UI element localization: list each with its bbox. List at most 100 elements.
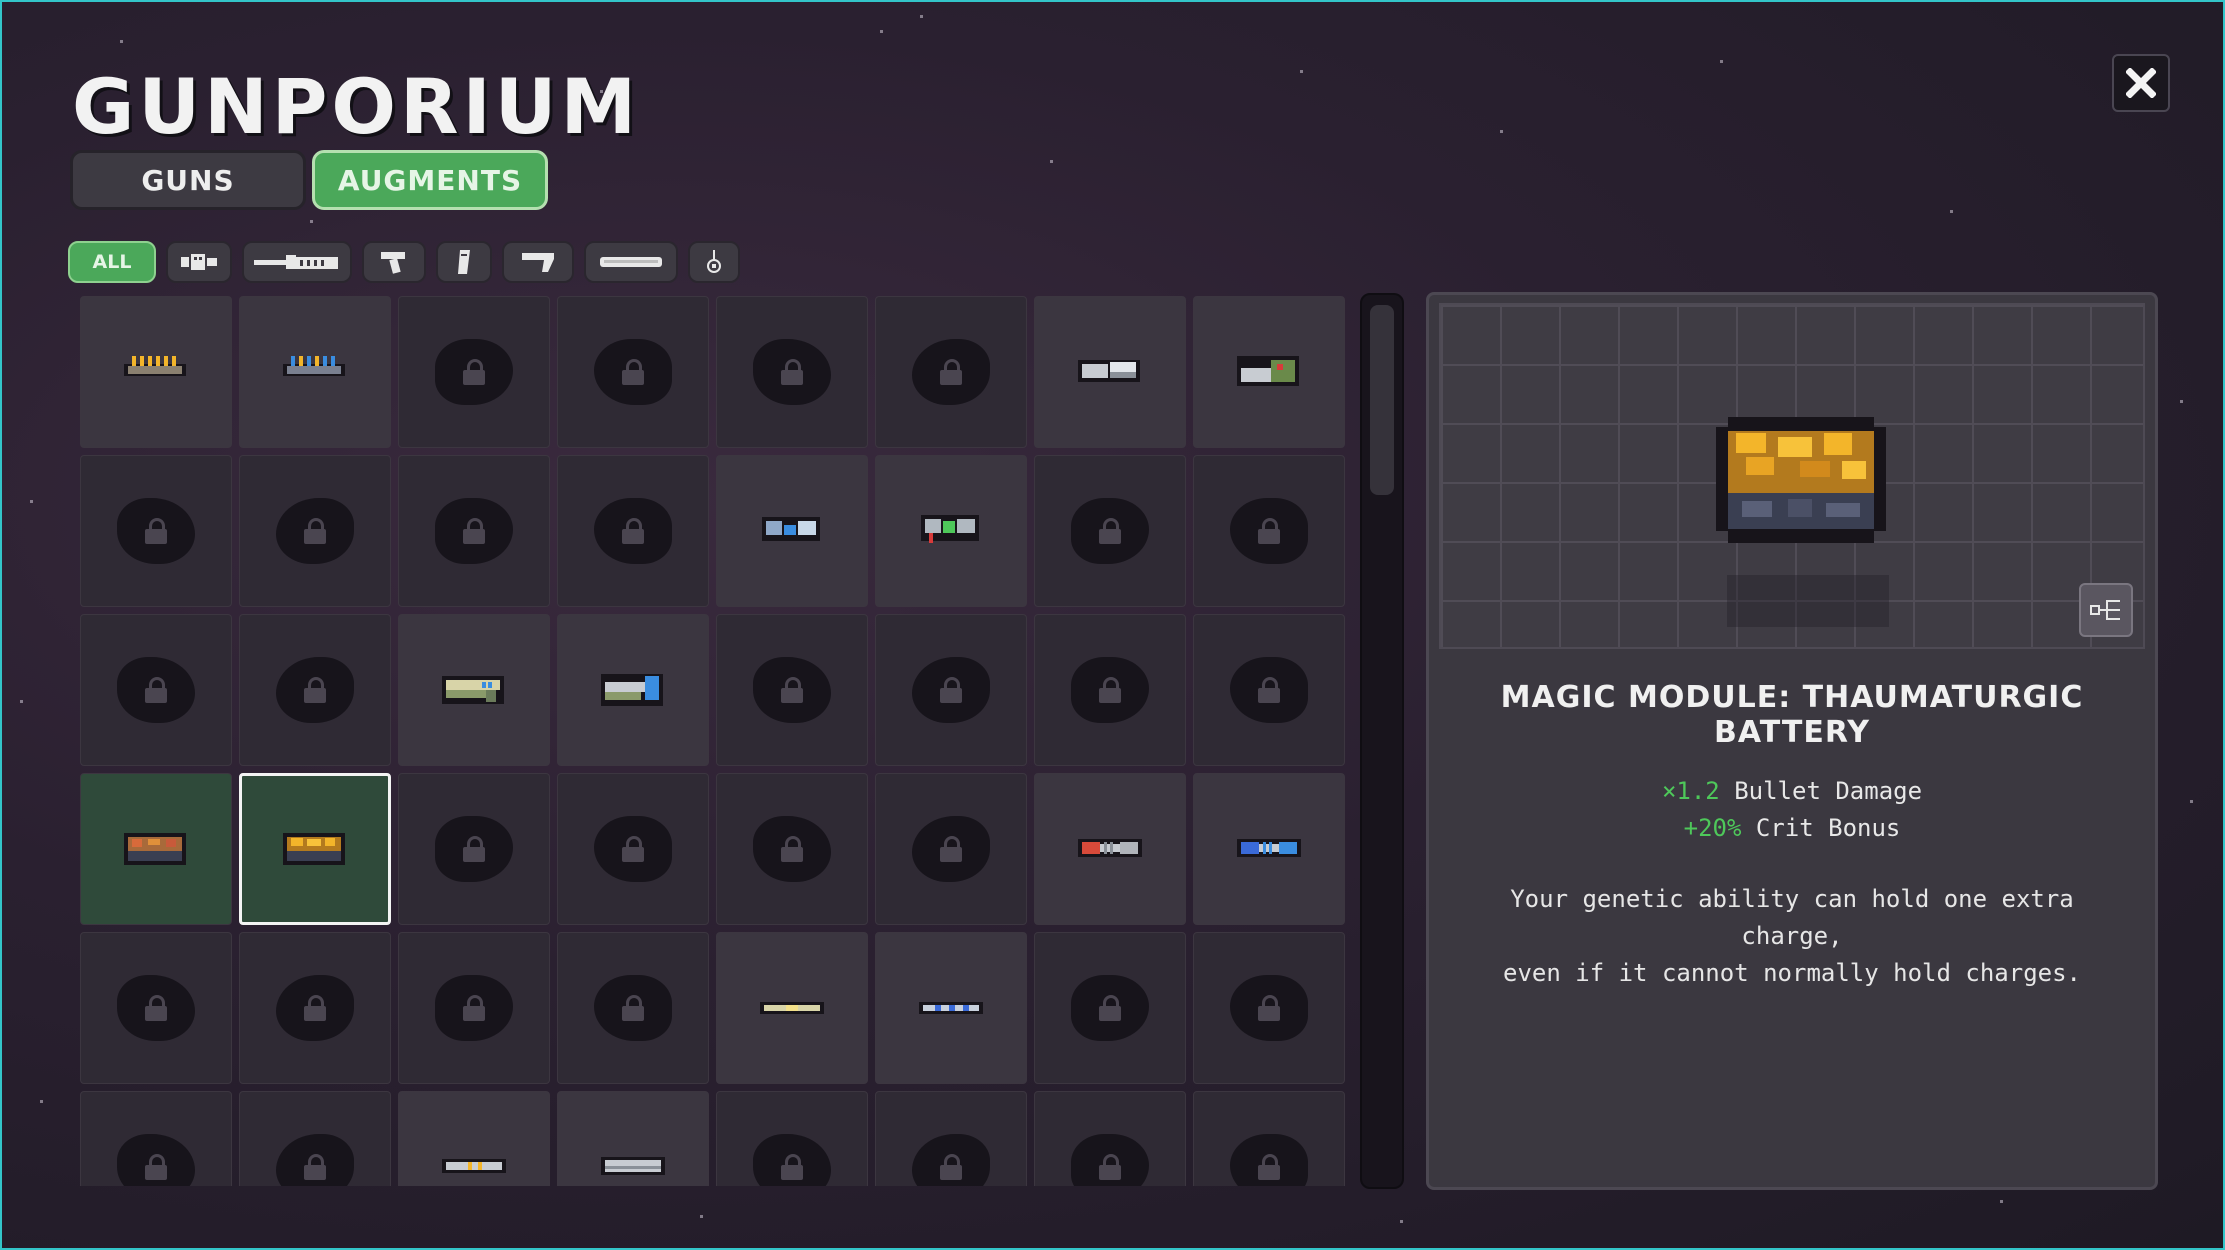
lock-icon (463, 836, 485, 862)
filter-scope-button[interactable] (584, 241, 678, 283)
filter-muzzle-button[interactable] (166, 241, 232, 283)
locked-augment-slot[interactable] (875, 1091, 1027, 1186)
lock-icon (940, 359, 962, 385)
upgrade-tree-button[interactable] (2079, 583, 2133, 637)
locked-augment-slot[interactable] (80, 932, 232, 1084)
locked-augment-slot[interactable] (1193, 614, 1345, 766)
lock-icon (940, 836, 962, 862)
locked-augment-slot[interactable] (1193, 932, 1345, 1084)
locked-augment-slot[interactable] (1034, 455, 1186, 607)
charm-filter-icon (707, 250, 721, 273)
augment-preview (1439, 303, 2145, 649)
filter-grip-button[interactable] (362, 241, 426, 283)
augment-slot-silver-rod[interactable] (398, 1091, 550, 1186)
lock-icon (145, 1154, 167, 1180)
filter-stock-button[interactable] (502, 241, 574, 283)
augment-slot-blue-rod[interactable] (875, 932, 1027, 1084)
locked-augment-slot[interactable] (80, 455, 232, 607)
locked-augment-slot[interactable] (239, 1091, 391, 1186)
augment-slot-blue-rail[interactable] (239, 296, 391, 448)
locked-augment-slot[interactable] (1034, 614, 1186, 766)
lock-icon (781, 359, 803, 385)
filter-charm-button[interactable] (688, 241, 740, 283)
lock-icon (622, 836, 644, 862)
augment-slot-yellow-barrel[interactable] (398, 614, 550, 766)
augment-slot-gold-battery[interactable] (239, 773, 391, 925)
lock-icon (1258, 518, 1280, 544)
lock-icon (1258, 995, 1280, 1021)
green-wing-icon (921, 515, 979, 543)
shop-title: GUNPORIUM (72, 62, 641, 151)
locked-augment-slot[interactable] (716, 614, 868, 766)
locked-augment-slot[interactable] (1193, 455, 1345, 607)
locked-augment-slot[interactable] (716, 1091, 868, 1186)
locked-augment-slot[interactable] (239, 614, 391, 766)
yellow-barrel-icon (442, 676, 504, 704)
augment-slot-silver-rod-2[interactable] (557, 1091, 709, 1186)
lock-icon (304, 995, 326, 1021)
lock-icon (304, 677, 326, 703)
augment-name: MAGIC MODULE: THAUMATURGIC BATTERY (1500, 680, 2084, 750)
locked-augment-slot[interactable] (557, 932, 709, 1084)
tab-guns[interactable]: GUNS (70, 150, 306, 210)
lock-icon (622, 995, 644, 1021)
lock-icon (1099, 677, 1121, 703)
locked-augment-slot[interactable] (398, 932, 550, 1084)
augment-slot-blue-wing[interactable] (716, 455, 868, 607)
preview-shadow (1727, 575, 1889, 627)
stat-crit-label: Crit Bonus (1755, 814, 1901, 842)
description-line-1: Your genetic ability can hold one extra … (1510, 885, 2074, 950)
locked-augment-slot[interactable] (557, 773, 709, 925)
locked-augment-slot[interactable] (875, 614, 1027, 766)
augment-slot-green-mount[interactable] (1193, 296, 1345, 448)
augment-slot-blue-coil[interactable] (1193, 773, 1345, 925)
muzzle-filter-icon (181, 254, 217, 270)
augment-description: Your genetic ability can hold one extra … (1469, 881, 2115, 992)
augment-slot-red-coil[interactable] (1034, 773, 1186, 925)
category-filter-bar: ALL (68, 241, 740, 283)
locked-augment-slot[interactable] (557, 296, 709, 448)
augment-slot-gold-rail[interactable] (80, 296, 232, 448)
locked-augment-slot[interactable] (398, 773, 550, 925)
locked-augment-slot[interactable] (239, 932, 391, 1084)
filter-all-button[interactable]: ALL (68, 241, 156, 283)
locked-augment-slot[interactable] (398, 455, 550, 607)
augment-slot-yellow-rod[interactable] (716, 932, 868, 1084)
locked-augment-slot[interactable] (557, 455, 709, 607)
locked-augment-slot[interactable] (875, 296, 1027, 448)
lock-icon (1099, 995, 1121, 1021)
lock-icon (463, 518, 485, 544)
augment-grid (80, 296, 1350, 1186)
locked-augment-slot[interactable] (1193, 1091, 1345, 1186)
gold-battery-icon (283, 833, 345, 865)
lock-icon (145, 677, 167, 703)
close-button[interactable] (2112, 54, 2170, 112)
lock-icon (1099, 1154, 1121, 1180)
locked-augment-slot[interactable] (716, 296, 868, 448)
grid-scrollbar[interactable] (1360, 293, 1404, 1189)
locked-augment-slot[interactable] (239, 455, 391, 607)
silver-rod-2-icon (601, 1157, 665, 1175)
scrollbar-thumb[interactable] (1370, 305, 1394, 495)
augment-slot-green-wing[interactable] (875, 455, 1027, 607)
locked-augment-slot[interactable] (80, 1091, 232, 1186)
locked-augment-slot[interactable] (398, 296, 550, 448)
augment-slot-grey-mount[interactable] (1034, 296, 1186, 448)
lock-icon (304, 518, 326, 544)
augment-slot-red-battery[interactable] (80, 773, 232, 925)
lock-icon (463, 995, 485, 1021)
locked-augment-slot[interactable] (875, 773, 1027, 925)
lock-icon (781, 836, 803, 862)
filter-barrel-button[interactable] (242, 241, 352, 283)
augment-slot-blue-barrel[interactable] (557, 614, 709, 766)
blue-rod-icon (919, 1002, 983, 1014)
locked-augment-slot[interactable] (80, 614, 232, 766)
filter-magazine-button[interactable] (436, 241, 492, 283)
locked-augment-slot[interactable] (1034, 1091, 1186, 1186)
tab-augments[interactable]: AUGMENTS (312, 150, 548, 210)
locked-augment-slot[interactable] (716, 773, 868, 925)
gold-rail-icon (124, 356, 186, 376)
lock-icon (622, 518, 644, 544)
lock-icon (304, 1154, 326, 1180)
locked-augment-slot[interactable] (1034, 932, 1186, 1084)
